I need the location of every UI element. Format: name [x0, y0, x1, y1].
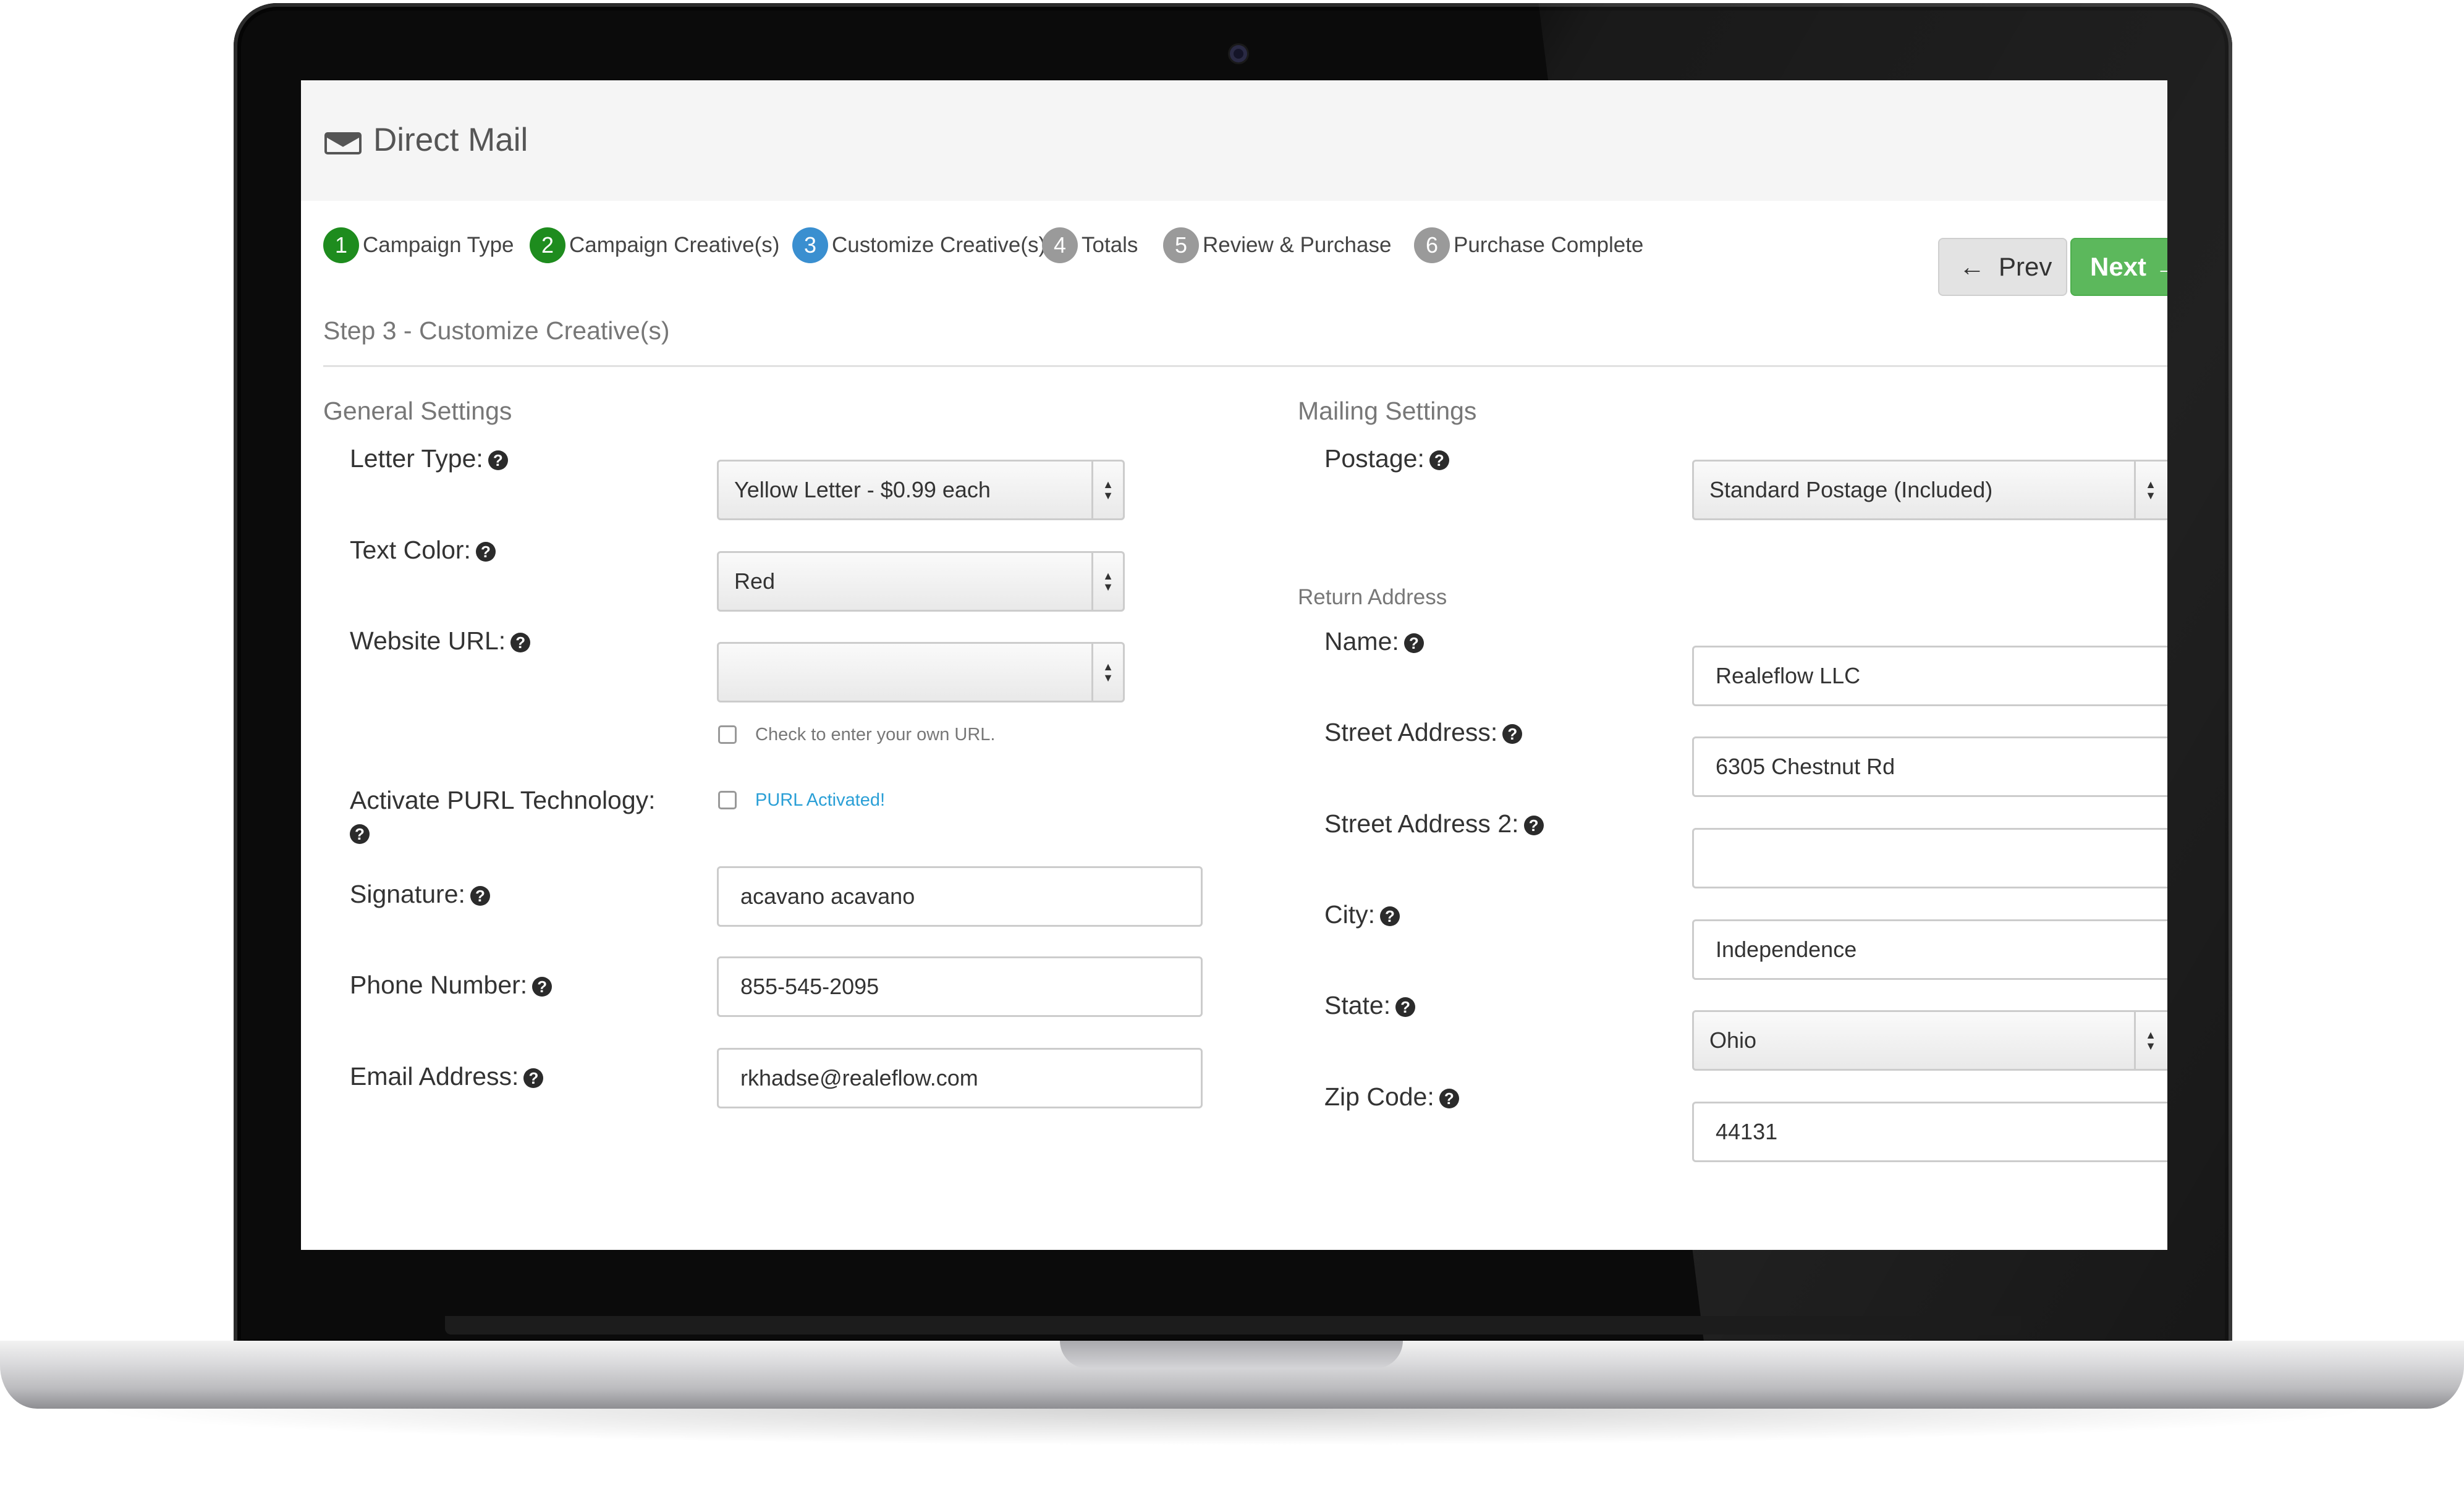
- question-circle-icon[interactable]: ?: [1395, 997, 1416, 1018]
- webcam: [1230, 45, 1247, 62]
- postage-select[interactable]: Standard Postage (Included) ▲ ▼: [1692, 460, 2167, 520]
- text-color-label: Text Color:?: [350, 534, 496, 566]
- step-customize-creatives[interactable]: 3 Customize Creative(s): [792, 226, 1046, 265]
- email-label: Email Address:?: [350, 1060, 544, 1092]
- postage-value: Standard Postage (Included): [1709, 477, 1993, 502]
- question-circle-icon[interactable]: ?: [532, 977, 552, 997]
- select-caret-icon: ▲ ▼: [1091, 462, 1123, 518]
- state-select[interactable]: Ohio ▲ ▼: [1692, 1010, 2167, 1071]
- step-number: 2: [530, 227, 565, 263]
- signature-label: Signature:?: [350, 878, 490, 910]
- arrow-left-icon: ←: [1959, 252, 1985, 281]
- state-value: Ohio: [1709, 1027, 1757, 1053]
- letter-type-label: Letter Type:?: [350, 442, 508, 475]
- city-label: City:?: [1324, 898, 1400, 930]
- street-label: Street Address:?: [1324, 716, 1523, 748]
- select-caret-icon: ▲ ▼: [2134, 462, 2166, 518]
- step-campaign-creatives[interactable]: 2 Campaign Creative(s): [530, 226, 779, 265]
- step-number: 3: [792, 227, 828, 263]
- question-circle-icon[interactable]: ?: [1502, 724, 1523, 744]
- prev-button[interactable]: ← Prev: [1938, 238, 2067, 296]
- question-circle-icon[interactable]: ?: [470, 886, 490, 906]
- letter-type-select[interactable]: Yellow Letter - $0.99 each ▲ ▼: [717, 460, 1125, 520]
- step-label: Purchase Complete: [1454, 233, 1644, 257]
- bezel-lip: [445, 1316, 2021, 1335]
- email-input[interactable]: rkhadse@realeflow.com: [717, 1048, 1203, 1108]
- purl-status: PURL Activated!: [755, 790, 886, 810]
- street-value: 6305 Chestnut Rd: [1716, 754, 1895, 779]
- return-address-heading: Return Address: [1298, 585, 1447, 609]
- city-input[interactable]: Independence: [1692, 919, 2167, 980]
- step-campaign-type[interactable]: 1 Campaign Type: [323, 226, 514, 265]
- divider: [323, 365, 2167, 367]
- question-circle-icon[interactable]: ?: [475, 542, 496, 562]
- email-value: rkhadse@realeflow.com: [740, 1065, 978, 1090]
- signature-input[interactable]: acavano acavano: [717, 866, 1203, 927]
- page-header: Direct Mail: [301, 80, 2167, 201]
- phone-value: 855-545-2095: [740, 974, 879, 999]
- select-caret-icon: ▲ ▼: [2134, 1012, 2166, 1069]
- street2-label: Street Address 2:?: [1324, 808, 1544, 840]
- question-circle-icon[interactable]: ?: [350, 824, 370, 845]
- step-label: Campaign Type: [363, 233, 514, 257]
- step-label: Customize Creative(s): [832, 233, 1046, 257]
- select-caret-icon: ▲ ▼: [1091, 644, 1123, 701]
- next-label: Next: [2090, 252, 2147, 281]
- text-color-value: Red: [734, 568, 776, 594]
- name-value: Realeflow LLC: [1716, 663, 1861, 688]
- step-number: 4: [1042, 227, 1078, 263]
- signature-value: acavano acavano: [740, 884, 915, 909]
- website-url-label: Website URL:?: [350, 625, 531, 657]
- own-url-note: Check to enter your own URL.: [755, 725, 996, 744]
- prev-label: Prev: [1999, 252, 2052, 281]
- envelope-icon: [324, 132, 362, 154]
- question-circle-icon[interactable]: ?: [1403, 633, 1424, 654]
- step-purchase-complete[interactable]: 6 Purchase Complete: [1414, 226, 1643, 265]
- city-value: Independence: [1716, 937, 1857, 962]
- step-label: Campaign Creative(s): [569, 233, 780, 257]
- street2-input[interactable]: [1692, 828, 2167, 888]
- step-label: Review & Purchase: [1203, 233, 1392, 257]
- zip-input[interactable]: 44131: [1692, 1102, 2167, 1162]
- question-circle-icon[interactable]: ?: [1439, 1089, 1459, 1109]
- step-number: 1: [323, 227, 359, 263]
- direct-mail-app: Direct Mail 1 Campaign Type 2 Campaign C…: [301, 80, 2167, 1250]
- step-heading: Step 3 - Customize Creative(s): [323, 316, 670, 345]
- letter-type-value: Yellow Letter - $0.99 each: [734, 477, 991, 502]
- own-url-checkbox[interactable]: [718, 725, 737, 744]
- select-caret-icon: ▲ ▼: [1091, 553, 1123, 610]
- base-shadow: [80, 1409, 2384, 1446]
- zip-value: 44131: [1716, 1119, 1778, 1144]
- step-review-purchase[interactable]: 5 Review & Purchase: [1163, 226, 1391, 265]
- name-input[interactable]: Realeflow LLC: [1692, 646, 2167, 706]
- phone-input[interactable]: 855-545-2095: [717, 956, 1203, 1017]
- laptop-screen: Direct Mail 1 Campaign Type 2 Campaign C…: [301, 80, 2167, 1250]
- postage-label: Postage:?: [1324, 442, 1449, 475]
- mailing-settings-heading: Mailing Settings: [1298, 397, 1477, 425]
- page-title: Direct Mail: [373, 122, 528, 158]
- question-circle-icon[interactable]: ?: [1523, 816, 1544, 836]
- question-circle-icon[interactable]: ?: [510, 633, 531, 653]
- step-totals[interactable]: 4 Totals: [1042, 226, 1138, 265]
- text-color-select[interactable]: Red ▲ ▼: [717, 551, 1125, 612]
- laptop-notch: [1060, 1341, 1403, 1369]
- zip-label: Zip Code:?: [1324, 1081, 1459, 1113]
- next-button[interactable]: Next →: [2070, 238, 2167, 296]
- general-settings-heading: General Settings: [323, 397, 512, 425]
- purl-label: Activate PURL Technology:?: [350, 786, 656, 845]
- phone-label: Phone Number:?: [350, 969, 552, 1001]
- question-circle-icon[interactable]: ?: [1380, 906, 1400, 927]
- question-circle-icon[interactable]: ?: [523, 1068, 544, 1089]
- website-url-select[interactable]: ▲ ▼: [717, 642, 1125, 702]
- arrow-right-icon: →: [2155, 252, 2167, 282]
- step-label: Totals: [1082, 233, 1138, 257]
- street-input[interactable]: 6305 Chestnut Rd: [1692, 736, 2167, 797]
- question-circle-icon[interactable]: ?: [488, 450, 508, 471]
- step-number: 5: [1163, 227, 1199, 263]
- name-label: Name:?: [1324, 625, 1424, 657]
- state-label: State:?: [1324, 989, 1416, 1021]
- purl-checkbox[interactable]: [718, 791, 737, 809]
- step-number: 6: [1414, 227, 1450, 263]
- question-circle-icon[interactable]: ?: [1429, 450, 1449, 471]
